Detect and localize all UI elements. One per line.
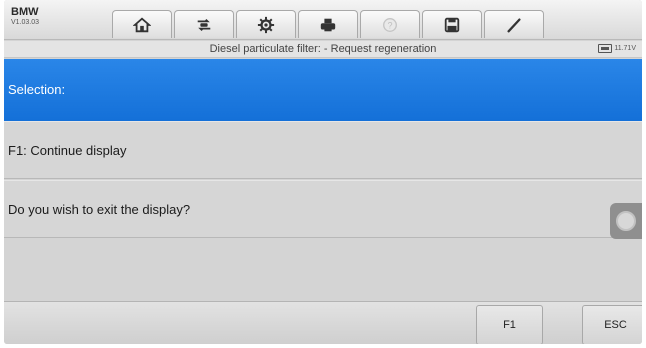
edit-pen-icon xyxy=(507,17,521,32)
esc-button[interactable]: ESC xyxy=(582,305,642,344)
empty-area xyxy=(4,239,642,301)
printer-icon xyxy=(320,18,336,31)
list-item-continue-display[interactable]: F1: Continue display xyxy=(4,121,642,179)
selection-header: Selection: xyxy=(4,59,642,121)
battery-voltage: 11.71V xyxy=(614,45,636,52)
save-icon xyxy=(444,17,460,32)
print-button[interactable] xyxy=(298,10,358,38)
edit-button[interactable] xyxy=(484,10,544,38)
page-title: Diesel particulate filter: - Request reg… xyxy=(209,43,437,55)
list-item-label: Do you wish to exit the display? xyxy=(8,202,191,217)
floating-assist-button[interactable] xyxy=(610,203,642,239)
vehicle-swap-button[interactable] xyxy=(174,10,234,38)
bottom-bar: F1 ESC xyxy=(4,301,642,344)
battery-icon xyxy=(598,44,613,53)
battery-status: 11.71V xyxy=(598,44,636,53)
settings-button[interactable] xyxy=(236,10,296,38)
settings-gear-icon xyxy=(257,16,275,33)
list-item-label: F1: Continue display xyxy=(8,143,127,158)
f1-button[interactable]: F1 xyxy=(476,305,543,344)
svg-text:?: ? xyxy=(387,20,392,30)
home-icon xyxy=(133,17,151,32)
help-icon: ? xyxy=(383,17,397,32)
list-item-exit-display[interactable]: Do you wish to exit the display? xyxy=(4,180,642,238)
circle-knob-icon xyxy=(616,211,636,231)
help-button[interactable]: ? xyxy=(360,10,420,38)
home-button[interactable] xyxy=(112,10,172,38)
app-screen: BMW V1.03.03 ? Diesel particulate filter… xyxy=(4,0,642,344)
brand-name: BMW xyxy=(11,6,39,18)
title-bar: Diesel particulate filter: - Request reg… xyxy=(4,41,642,58)
version-label: V1.03.03 xyxy=(11,19,40,26)
brand-block: BMW V1.03.03 xyxy=(11,6,39,27)
top-toolbar: BMW V1.03.03 ? xyxy=(4,0,642,40)
selection-label: Selection: xyxy=(8,82,66,97)
vehicle-swap-icon xyxy=(197,18,211,31)
save-button[interactable] xyxy=(422,10,482,38)
